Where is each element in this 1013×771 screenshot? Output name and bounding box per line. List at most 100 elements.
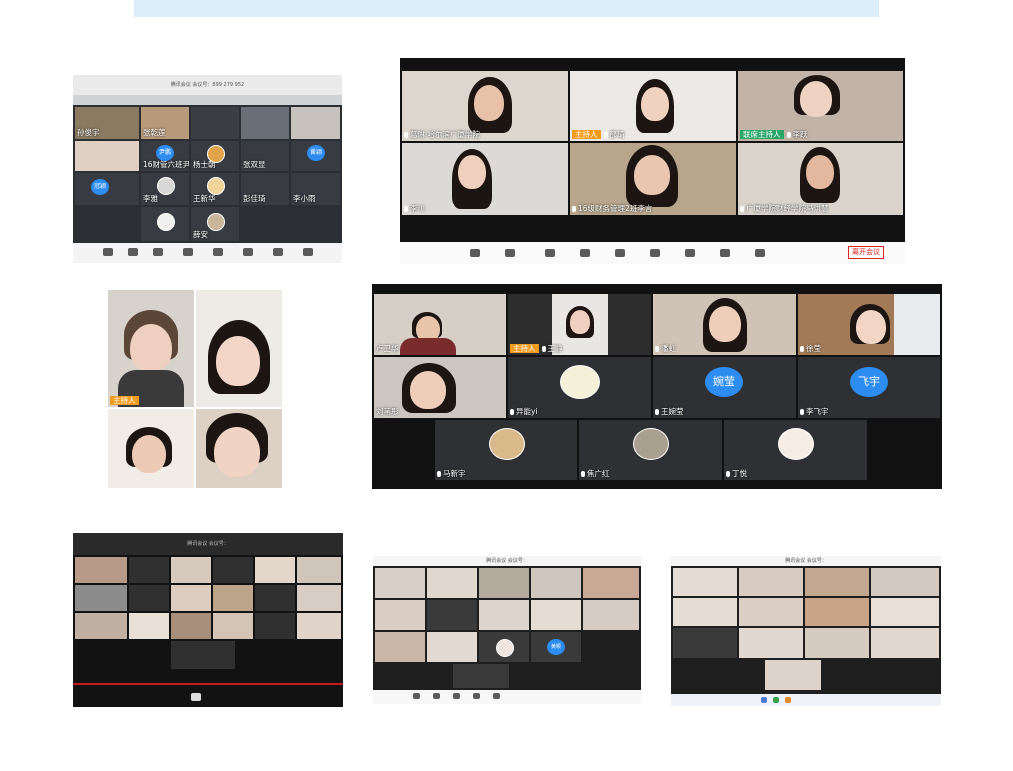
video-grid [671,566,941,694]
camera-icon[interactable] [433,693,440,699]
video-tile: 徐莹 [798,294,940,355]
mic-icon[interactable] [103,248,113,256]
participant-name: 张乾莲 [143,128,166,137]
video-tile [75,585,127,611]
mic-icon [572,206,576,212]
video-tile [75,141,139,171]
participant-face [214,427,260,477]
participants-icon[interactable] [473,693,480,699]
video-tile: 异能yi [508,357,651,418]
video-tile [427,568,477,598]
chat-icon[interactable] [493,693,500,699]
participants-icon[interactable] [615,249,625,257]
camera-icon[interactable] [128,248,138,256]
participant-name: 卢卫华 [376,344,399,353]
chat-icon[interactable] [650,249,660,257]
mic-icon [510,409,514,415]
video-tile: 杨士朝 [191,141,239,171]
taskbar-icon[interactable] [773,697,779,703]
photo-meeting-3: 主持人 [108,290,282,488]
participant-name: 潘虹 [661,344,676,353]
share-screen-icon[interactable] [453,693,460,699]
apps-icon[interactable] [755,249,765,257]
video-tile [129,557,169,583]
video-tile: 孙俊宇 [75,107,139,139]
participant-body [400,338,456,355]
participant-name: 薛安 [193,230,208,239]
leave-meeting-button[interactable]: 离开会议 [848,246,884,259]
video-tile [739,598,803,626]
participant-face [216,336,260,386]
video-tile: 婉莹 王婉莹 [653,357,796,418]
photo-meeting-5: 腾讯会议 会议号： [73,533,343,707]
share-screen-icon[interactable] [153,248,163,256]
more-icon[interactable] [303,248,313,256]
invite-icon[interactable] [580,249,590,257]
meeting-toolbar [73,243,342,263]
video-tile: 广厦学院财经学院马洪慧 [738,143,903,215]
emoji-icon[interactable] [685,249,695,257]
video-tile: 潘虹 [653,294,796,355]
mic-icon[interactable] [470,249,480,257]
settings-icon[interactable] [243,248,253,256]
taskbar [671,694,941,706]
video-tile [108,409,194,488]
mic-icon [800,346,804,352]
participant-face [474,85,504,121]
video-tile [583,568,639,598]
mic-icon [437,471,441,477]
participants-icon[interactable] [183,248,193,256]
video-tile [129,585,169,611]
mic-icon [740,206,744,212]
play-icon[interactable] [191,693,201,701]
participant-face [132,435,166,473]
participant-name: 王新华 [193,194,216,203]
video-tile: 马新宇 [435,420,577,480]
avatar-image [633,428,669,460]
video-tile: 李雅 [141,173,189,205]
share-screen-icon[interactable] [545,249,555,257]
video-tile [75,557,127,583]
record-icon[interactable] [273,248,283,256]
video-tile: 刘苇彤 [374,357,506,418]
host-badge: 主持人 [110,396,139,405]
mic-icon [655,409,659,415]
video-tile [453,664,509,688]
mic-icon [726,471,730,477]
progress-bar [73,683,343,685]
video-tile: 张乾莲 [141,107,189,139]
video-tile [171,641,235,669]
video-tile [375,632,425,662]
participant-name: 刘苇彤 [376,407,399,416]
video-tile [739,628,803,658]
video-tile: 联席主持人 李跃 [738,71,903,141]
participant-name: 焦广红 [587,469,610,478]
participant-name: 李小雨 [293,194,316,203]
avatar: 婉莹 [705,367,743,397]
taskbar-icon[interactable] [785,697,791,703]
participant-face [806,155,834,189]
video-tile [427,600,477,630]
mic-icon [541,346,546,352]
meeting-toolbar [373,690,641,704]
photo-meeting-7: 腾讯会议 会议号： [671,556,941,706]
chat-icon[interactable] [213,248,223,256]
avatar-image [207,145,225,163]
mic-icon[interactable] [413,693,420,699]
video-tile [196,409,282,488]
host-badge: 主持人 [572,130,601,139]
video-tile [191,107,239,139]
camera-icon[interactable] [505,249,515,257]
document-icon[interactable] [720,249,730,257]
participant-name: 王静 [547,344,563,353]
video-tile [196,290,282,407]
avatar: 黄颖 [547,639,565,655]
participant-name: 丁悦 [732,469,747,478]
video-tile [171,557,211,583]
video-tile [297,557,341,583]
video-tile: 王新华 [191,173,239,205]
participant-name: 李川 [410,204,425,213]
meeting-toolbar: 离开会议 [400,242,905,264]
avatar-image [207,177,225,195]
taskbar-icon[interactable] [761,697,767,703]
